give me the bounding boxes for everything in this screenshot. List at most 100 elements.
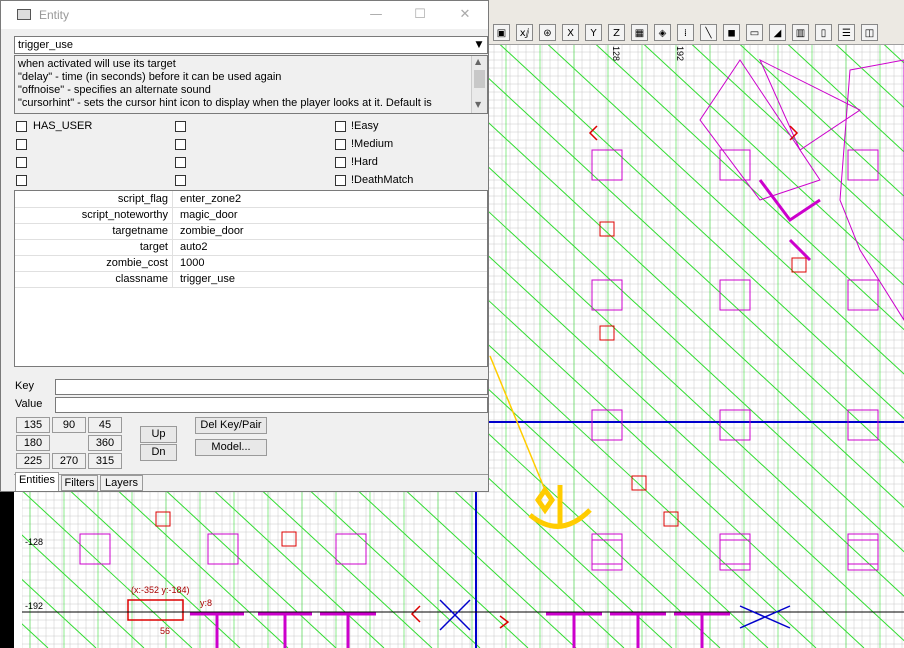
toolbar-tool-icon[interactable]: ◫ <box>861 24 878 41</box>
spawnflag-checkbox[interactable] <box>175 157 186 168</box>
toolbar-tool-icon[interactable]: ▯ <box>815 24 832 41</box>
toolbar-tool-icon[interactable]: ⊛ <box>539 24 556 41</box>
keyvalue-value: enter_zone2 <box>180 193 242 205</box>
angle-button-180[interactable]: 180 <box>16 435 50 451</box>
angle-button-135[interactable]: 135 <box>16 417 50 433</box>
brush-box <box>591 279 623 311</box>
entity-class-dropdown[interactable]: trigger_use ▼ <box>14 36 488 54</box>
entity-marker <box>599 325 615 341</box>
spawnflag-label: !Medium <box>351 138 394 150</box>
toolbar-tool-icon[interactable]: ☰ <box>838 24 855 41</box>
spawnflag-checkbox[interactable] <box>175 139 186 150</box>
ruler-left-label: -192 <box>25 601 44 611</box>
left-ruler-strip <box>14 480 22 648</box>
toolbar-tool-icon[interactable]: ◢ <box>769 24 786 41</box>
entity-window: Entity — ☐ ✕ trigger_use ▼ when activate… <box>0 0 489 492</box>
keyvalue-row[interactable]: script_flag enter_zone2 <box>15 191 487 208</box>
spawnflag-checkbox[interactable] <box>175 121 186 132</box>
toolbar-tool-icon[interactable]: ▭ <box>746 24 763 41</box>
toolbar-tool-icon[interactable]: ▣ <box>493 24 510 41</box>
keyvalue-value: magic_door <box>180 209 238 221</box>
angle-button-225[interactable]: 225 <box>16 453 50 469</box>
keyvalue-row[interactable]: classname trigger_use <box>15 271 487 288</box>
spawnflag-checkbox-not-easy[interactable] <box>335 121 346 132</box>
angle-button-45[interactable]: 45 <box>88 417 122 433</box>
chevron-down-icon[interactable]: ▼ <box>471 37 487 53</box>
editor-toolbar: elp ▣ⅹⅉ⊛XYZ▦◈⁞╲◼▭◢▥▯☰◫ <box>485 0 904 45</box>
angle-button-270[interactable]: 270 <box>52 453 86 469</box>
toolbar-tool-icon[interactable]: ◈ <box>654 24 671 41</box>
spawnflag-checkbox-not-medium[interactable] <box>335 139 346 150</box>
toolbar-tool-icon[interactable]: ▦ <box>631 24 648 41</box>
spawnflag-label: !DeathMatch <box>351 174 414 186</box>
entity-marker <box>631 475 647 491</box>
toolbar-tool-icon[interactable]: Z <box>608 24 625 41</box>
toolbar-tool-icon[interactable]: ▥ <box>792 24 809 41</box>
window-app-icon <box>17 9 31 20</box>
toolbar-tool-icon[interactable]: ╲ <box>700 24 717 41</box>
close-button[interactable]: ✕ <box>450 5 480 25</box>
spawnflag-label: HAS_USER <box>33 120 93 132</box>
toolbar-tool-icon[interactable]: ⁞ <box>677 24 694 41</box>
keyvalue-row[interactable]: targetname zombie_door <box>15 223 487 240</box>
brush-box <box>847 149 879 181</box>
description-line: when activated will use its target <box>18 58 176 70</box>
wall-brush <box>546 612 602 648</box>
toolbar-tool-icon[interactable]: Y <box>585 24 602 41</box>
window-titlebar[interactable]: Entity — ☐ ✕ <box>1 1 488 29</box>
spawnflag-checkbox[interactable] <box>16 175 27 186</box>
keyvalue-row[interactable]: zombie_cost 1000 <box>15 255 487 272</box>
brush-box <box>719 279 751 311</box>
spawnflag-label: !Easy <box>351 120 379 132</box>
key-input[interactable] <box>55 379 488 395</box>
ruler-top-label: 128 <box>611 46 621 62</box>
spawnflag-checkbox[interactable] <box>16 157 27 168</box>
wall-brush <box>258 612 312 648</box>
spawnflag-checkbox-has-user[interactable] <box>16 121 27 132</box>
scroll-down-icon[interactable]: ▼ <box>475 100 481 109</box>
keyvalue-list[interactable]: script_flag enter_zone2 script_noteworth… <box>14 190 488 367</box>
brush-box <box>207 533 239 565</box>
description-line: "delay" - time (in seconds) before it ca… <box>18 71 282 83</box>
keyvalue-key: script_flag <box>15 191 173 207</box>
scroll-thumb[interactable] <box>474 70 485 88</box>
down-button[interactable]: Dn <box>140 444 177 461</box>
entity-class-value: trigger_use <box>18 39 74 51</box>
maximize-button[interactable]: ☐ <box>405 5 435 25</box>
brush-box <box>591 539 623 571</box>
tab-entities[interactable]: Entities <box>15 472 59 491</box>
up-button[interactable]: Up <box>140 426 177 443</box>
description-line: "offnoise" - specifies an alternate soun… <box>18 84 211 96</box>
angle-button-360[interactable]: 360 <box>88 435 122 451</box>
tab-filters[interactable]: Filters <box>61 475 98 491</box>
model-button[interactable]: Model... <box>195 439 267 456</box>
toolbar-tool-icon[interactable]: ◼ <box>723 24 740 41</box>
toolbar-tool-icon[interactable]: ⅹⅉ <box>516 24 533 41</box>
selection-coord-readout: (x:-352 y:-184) <box>131 585 190 595</box>
value-label: Value <box>15 398 43 410</box>
spawnflag-checkbox[interactable] <box>16 139 27 150</box>
ruler-left-label: -128 <box>25 537 44 547</box>
brush-box <box>591 409 623 441</box>
angle-button-315[interactable]: 315 <box>88 453 122 469</box>
minimize-button[interactable]: — <box>361 5 391 25</box>
keyvalue-value: trigger_use <box>180 273 236 285</box>
spawnflag-checkbox[interactable] <box>175 175 186 186</box>
selection-size-readout: 56 <box>160 626 171 636</box>
tab-layers[interactable]: Layers <box>100 475 143 491</box>
spawnflag-checkbox-not-deathmatch[interactable] <box>335 175 346 186</box>
brush-box <box>591 149 623 181</box>
spawnflag-checkbox-not-hard[interactable] <box>335 157 346 168</box>
brush-box <box>719 149 751 181</box>
keyvalue-row[interactable]: script_noteworthy magic_door <box>15 207 487 224</box>
description-scrollbar[interactable]: ▲ ▼ <box>471 56 487 113</box>
window-title: Entity <box>39 8 70 22</box>
spawnflag-label: !Hard <box>351 156 378 168</box>
entity-marker <box>599 221 615 237</box>
angle-button-90[interactable]: 90 <box>52 417 86 433</box>
value-input[interactable] <box>55 397 488 413</box>
scroll-up-icon[interactable]: ▲ <box>475 57 481 66</box>
toolbar-tool-icon[interactable]: X <box>562 24 579 41</box>
del-key-pair-button[interactable]: Del Key/Pair <box>195 417 267 434</box>
keyvalue-row[interactable]: target auto2 <box>15 239 487 256</box>
